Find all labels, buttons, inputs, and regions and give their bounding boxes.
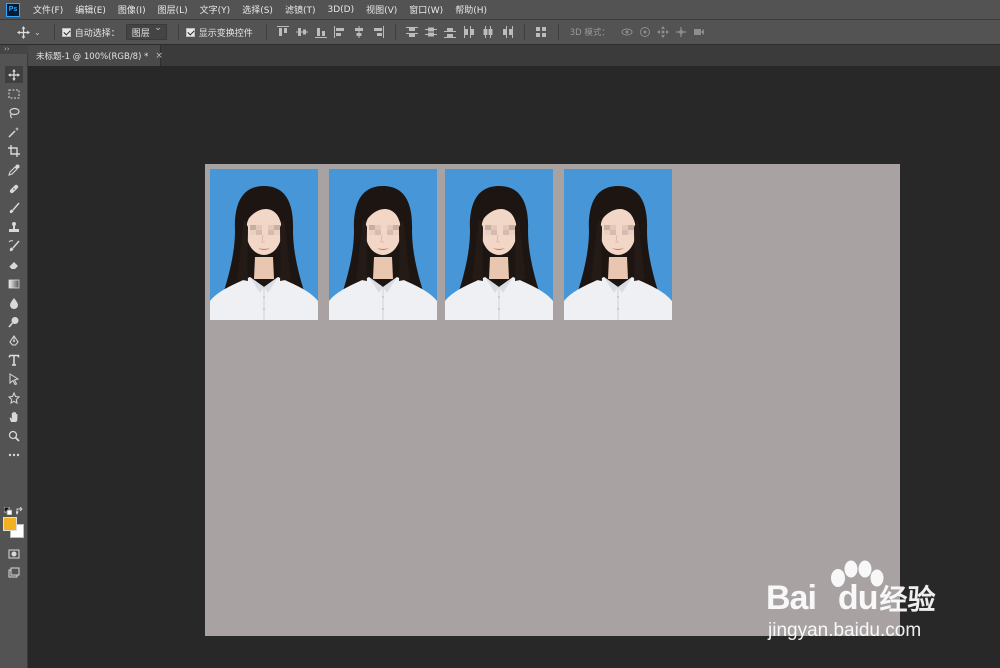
3d-slide-icon[interactable] <box>673 24 689 40</box>
distribute-right-icon[interactable] <box>499 24 515 40</box>
show-transform-checkbox[interactable] <box>185 27 195 37</box>
menu-image[interactable]: 图像(I) <box>118 3 146 16</box>
path-selection-tool-icon[interactable] <box>5 370 23 387</box>
zoom-tool-icon[interactable] <box>5 427 23 444</box>
auto-select-label: 自动选择： <box>74 28 120 39</box>
chevron-down-icon[interactable]: ⌄ <box>34 28 41 37</box>
auto-select-checkbox[interactable] <box>61 27 71 37</box>
3d-roll-icon[interactable] <box>637 24 653 40</box>
menu-edit[interactable]: 编辑(E) <box>75 3 106 16</box>
eraser-tool-icon[interactable] <box>5 256 23 273</box>
move-tool-icon[interactable] <box>5 66 23 83</box>
divider <box>53 24 55 40</box>
align-top-icon[interactable] <box>275 24 291 40</box>
document-tab-label: 未标题-1 @ 100%(RGB/8) * <box>36 51 149 62</box>
menu-help[interactable]: 帮助(H) <box>455 3 487 16</box>
distribute-left-icon[interactable] <box>461 24 477 40</box>
menu-filter[interactable]: 滤镜(T) <box>285 3 316 16</box>
toolbox: ›› <box>0 45 28 668</box>
dodge-tool-icon[interactable] <box>5 313 23 330</box>
auto-select-target-value: 图层 <box>131 28 150 39</box>
document-tab[interactable]: 未标题-1 @ 100%(RGB/8) * × <box>28 45 163 66</box>
more-tools-icon[interactable] <box>5 446 23 463</box>
align-vertical-center-icon[interactable] <box>294 24 310 40</box>
document-tab-bar: 未标题-1 @ 100%(RGB/8) * × <box>28 45 1000 66</box>
menu-view[interactable]: 视图(V) <box>366 3 397 16</box>
divider <box>177 24 179 40</box>
toolbox-grip-icon[interactable]: ›› <box>0 45 28 54</box>
3d-mode-label: 3D 模式： <box>569 28 610 38</box>
id-photo-1[interactable] <box>210 169 318 320</box>
distribute-vertical-center-icon[interactable] <box>423 24 439 40</box>
default-colors-icon[interactable] <box>3 506 13 516</box>
menu-select[interactable]: 选择(S) <box>242 3 273 16</box>
blur-tool-icon[interactable] <box>5 294 23 311</box>
baidu-jingyan-watermark: Bai du经验 jingyan.baidu.com <box>766 560 986 650</box>
menu-file[interactable]: 文件(F) <box>33 3 63 16</box>
clone-stamp-tool-icon[interactable] <box>5 218 23 235</box>
align-left-icon[interactable] <box>332 24 348 40</box>
shape-tool-icon[interactable] <box>5 389 23 406</box>
auto-align-layers-icon[interactable] <box>533 24 549 40</box>
auto-select-target-dropdown[interactable]: 图层 <box>125 23 167 40</box>
crop-tool-icon[interactable] <box>5 142 23 159</box>
id-photo-3[interactable] <box>445 169 553 320</box>
distribute-top-icon[interactable] <box>404 24 420 40</box>
magic-wand-tool-icon[interactable] <box>5 123 23 140</box>
id-photo-4[interactable] <box>564 169 672 320</box>
menu-type[interactable]: 文字(Y) <box>200 3 231 16</box>
3d-orbit-icon[interactable] <box>619 24 635 40</box>
healing-brush-tool-icon[interactable] <box>5 180 23 197</box>
distribute-bottom-icon[interactable] <box>442 24 458 40</box>
divider <box>265 24 267 40</box>
type-tool-icon[interactable] <box>5 351 23 368</box>
options-bar: ⌄ 自动选择： 图层 显示变换控件 3D 模式： <box>0 20 1000 45</box>
menu-window[interactable]: 窗口(W) <box>409 3 443 16</box>
show-transform-label: 显示变换控件 <box>198 28 253 39</box>
align-right-icon[interactable] <box>370 24 386 40</box>
brush-tool-icon[interactable] <box>5 199 23 216</box>
distribute-horizontal-center-icon[interactable] <box>480 24 496 40</box>
hand-tool-icon[interactable] <box>5 408 23 425</box>
id-photo-2[interactable] <box>329 169 437 320</box>
photoshop-logo-icon[interactable]: Ps <box>6 2 20 17</box>
lasso-tool-icon[interactable] <box>5 104 23 121</box>
eyedropper-tool-icon[interactable] <box>5 161 23 178</box>
history-brush-tool-icon[interactable] <box>5 237 23 254</box>
quick-mask-icon[interactable] <box>5 545 23 562</box>
jingyan-logo-text: 经验 <box>879 583 936 616</box>
screen-mode-icon[interactable] <box>5 564 23 581</box>
swap-colors-icon[interactable] <box>15 506 25 516</box>
watermark-url: jingyan.baidu.com <box>768 620 922 641</box>
3d-scale-icon[interactable] <box>691 24 707 40</box>
3d-pan-icon[interactable] <box>655 24 671 40</box>
menu-bar: Ps 文件(F) 编辑(E) 图像(I) 图层(L) 文字(Y) 选择(S) 滤… <box>0 0 1000 20</box>
divider <box>557 24 559 40</box>
foreground-color-swatch[interactable] <box>3 517 17 531</box>
baidu-logo-right: du <box>837 579 879 617</box>
pen-tool-icon[interactable] <box>5 332 23 349</box>
menu-layer[interactable]: 图层(L) <box>158 3 188 16</box>
close-icon[interactable]: × <box>155 51 163 61</box>
marquee-tool-icon[interactable] <box>5 85 23 102</box>
align-bottom-icon[interactable] <box>313 24 329 40</box>
baidu-logo-left: Bai <box>766 579 817 617</box>
baidu-logo: Bai du经验 <box>766 578 935 618</box>
gradient-tool-icon[interactable] <box>5 275 23 292</box>
align-horizontal-center-icon[interactable] <box>351 24 367 40</box>
divider <box>394 24 396 40</box>
menu-3d[interactable]: 3D(D) <box>327 5 354 15</box>
divider <box>523 24 525 40</box>
